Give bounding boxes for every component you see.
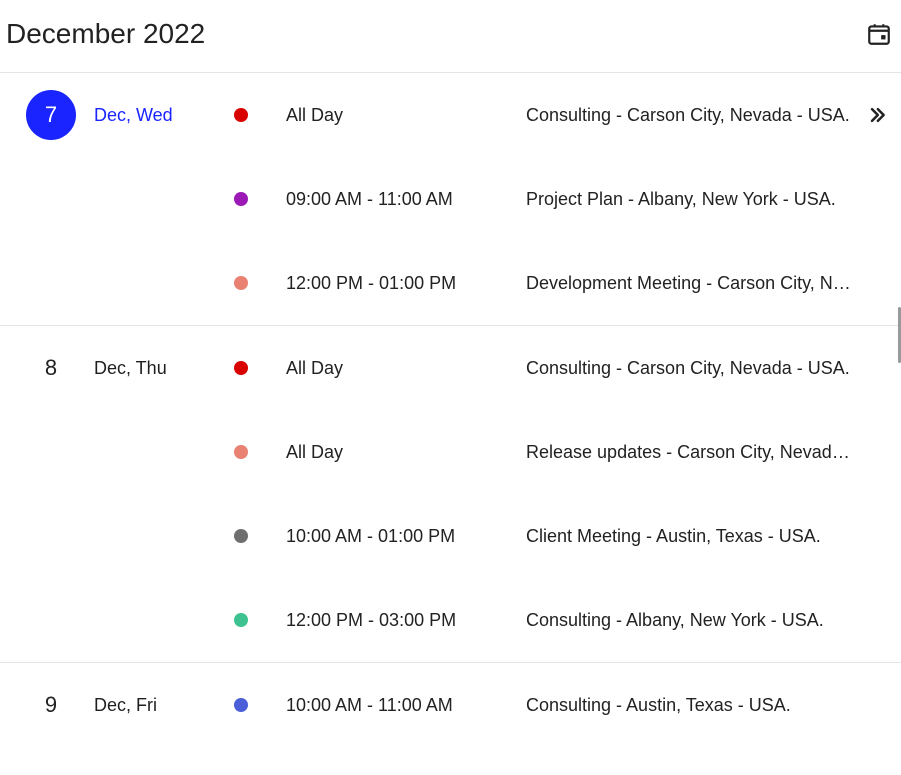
day-group: 9 Dec, Fri 10:00 AM - 11:00 AMConsulting -… xyxy=(0,662,901,747)
date-column: 7 xyxy=(8,90,94,140)
category-dot-column xyxy=(224,276,286,290)
event-title: Consulting - Carson City, Nevada - USA. xyxy=(526,105,893,126)
day-group: 7 Dec, Wed All DayConsulting - Carson City… xyxy=(0,73,901,325)
category-dot xyxy=(234,108,248,122)
agenda-list: 7Dec, WedAll DayConsulting - Carson City… xyxy=(0,73,901,747)
event-time: 10:00 AM - 01:00 PM xyxy=(286,526,526,547)
event-title: Consulting - Carson City, Nevada - USA. xyxy=(526,358,893,379)
category-dot xyxy=(234,698,248,712)
day-group: 8Dec, ThuAll DayConsulting - Carson City… xyxy=(0,325,901,662)
day-of-week-label: Dec, Fri xyxy=(94,695,224,716)
date-badge[interactable]: 7 xyxy=(26,90,76,140)
chevron-double-right-icon[interactable] xyxy=(867,105,887,125)
category-dot-column xyxy=(224,108,286,122)
header: December 2022 xyxy=(0,0,901,73)
page-title: December 2022 xyxy=(6,18,205,50)
day-of-week-label: Dec, Thu xyxy=(94,358,224,379)
event-title: Project Plan - Albany, New York - USA. xyxy=(526,189,893,210)
event-time: All Day xyxy=(286,358,526,379)
category-dot-column xyxy=(224,529,286,543)
calendar-icon[interactable] xyxy=(865,20,893,48)
date-column: 9 xyxy=(8,680,94,730)
agenda-event-row[interactable]: 9 Dec, Fri 10:00 AM - 11:00 AMConsulting -… xyxy=(0,663,901,747)
category-dot-column xyxy=(224,361,286,375)
day-of-week-label: Dec, Wed xyxy=(94,105,224,126)
event-time: 12:00 PM - 01:00 PM xyxy=(286,273,526,294)
agenda-event-row[interactable]: 7 Dec, Wed All DayConsulting - Carson City… xyxy=(0,73,901,157)
event-title: Consulting - Albany, New York - USA. xyxy=(526,610,893,631)
category-dot xyxy=(234,192,248,206)
event-title: Release updates - Carson City, Nevada - … xyxy=(526,442,893,463)
event-title: Client Meeting - Austin, Texas - USA. xyxy=(526,526,893,547)
category-dot-column xyxy=(224,445,286,459)
event-time: All Day xyxy=(286,442,526,463)
category-dot-column xyxy=(224,613,286,627)
event-title: Consulting - Austin, Texas - USA. xyxy=(526,695,893,716)
category-dot xyxy=(234,361,248,375)
category-dot xyxy=(234,276,248,290)
event-time: 10:00 AM - 11:00 AM xyxy=(286,695,526,716)
agenda-event-row[interactable]: 09:00 AM - 11:00 AMProject Plan - Albany… xyxy=(0,157,901,241)
event-title: Development Meeting - Carson City, Nevad… xyxy=(526,273,893,294)
event-time: 12:00 PM - 03:00 PM xyxy=(286,610,526,631)
category-dot xyxy=(234,445,248,459)
agenda-event-row[interactable]: All DayRelease updates - Carson City, Ne… xyxy=(0,410,901,494)
category-dot-column xyxy=(224,192,286,206)
agenda-event-row[interactable]: 12:00 PM - 01:00 PMDevelopment Meeting -… xyxy=(0,241,901,325)
agenda-event-row[interactable]: 10:00 AM - 01:00 PMClient Meeting - Aust… xyxy=(0,494,901,578)
event-time: 09:00 AM - 11:00 AM xyxy=(286,189,526,210)
date-badge[interactable]: 8 xyxy=(26,343,76,393)
category-dot-column xyxy=(224,698,286,712)
agenda-event-row[interactable]: 8 Dec, Thu All DayConsulting - Carson City… xyxy=(0,326,901,410)
event-time: All Day xyxy=(286,105,526,126)
category-dot xyxy=(234,613,248,627)
date-column: 8 xyxy=(8,343,94,393)
date-badge[interactable]: 9 xyxy=(26,680,76,730)
category-dot xyxy=(234,529,248,543)
agenda-event-row[interactable]: 12:00 PM - 03:00 PMConsulting - Albany, … xyxy=(0,578,901,662)
